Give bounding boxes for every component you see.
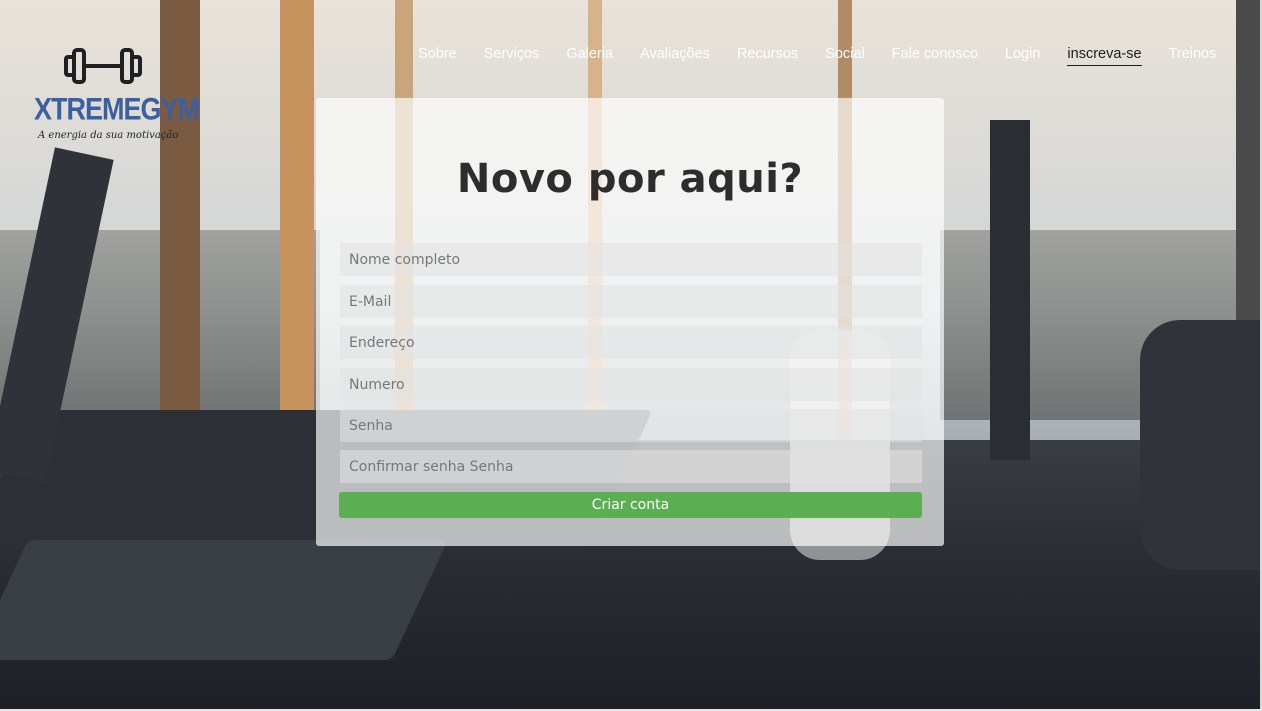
nav-item-login[interactable]: Login bbox=[1005, 45, 1040, 66]
email-input[interactable] bbox=[340, 285, 922, 318]
address-input[interactable] bbox=[340, 326, 922, 359]
number-input[interactable] bbox=[340, 368, 922, 401]
dumbbell-icon bbox=[64, 48, 142, 84]
form-title: Novo por aqui? bbox=[456, 156, 804, 202]
main-nav: Sobre Serviços Galeria Avaliações Recurs… bbox=[418, 45, 1216, 66]
nav-item-inscreva-se[interactable]: inscreva-se bbox=[1067, 45, 1142, 66]
signup-form-panel: Novo por aqui? Criar conta bbox=[316, 98, 944, 546]
create-account-button[interactable]: Criar conta bbox=[339, 492, 922, 518]
nav-item-fale-conosco[interactable]: Fale conosco bbox=[892, 45, 978, 66]
full-name-input[interactable] bbox=[340, 243, 922, 276]
brand-tagline: A energia da sua motivação bbox=[38, 130, 179, 141]
nav-item-servicos[interactable]: Serviços bbox=[484, 45, 540, 66]
brand-logo[interactable]: XTREMEGYM A energia da sua motivação bbox=[34, 44, 200, 148]
brand-name: XTREMEGYM bbox=[34, 91, 200, 127]
nav-item-treinos[interactable]: Treinos bbox=[1169, 45, 1217, 66]
nav-item-social[interactable]: Social bbox=[825, 45, 865, 66]
nav-item-recursos[interactable]: Recursos bbox=[737, 45, 798, 66]
nav-item-galeria[interactable]: Galeria bbox=[566, 45, 613, 66]
password-input[interactable] bbox=[340, 409, 922, 442]
nav-item-sobre[interactable]: Sobre bbox=[418, 45, 457, 66]
confirm-password-input[interactable] bbox=[340, 450, 922, 483]
nav-item-avaliacoes[interactable]: Avaliações bbox=[640, 45, 710, 66]
